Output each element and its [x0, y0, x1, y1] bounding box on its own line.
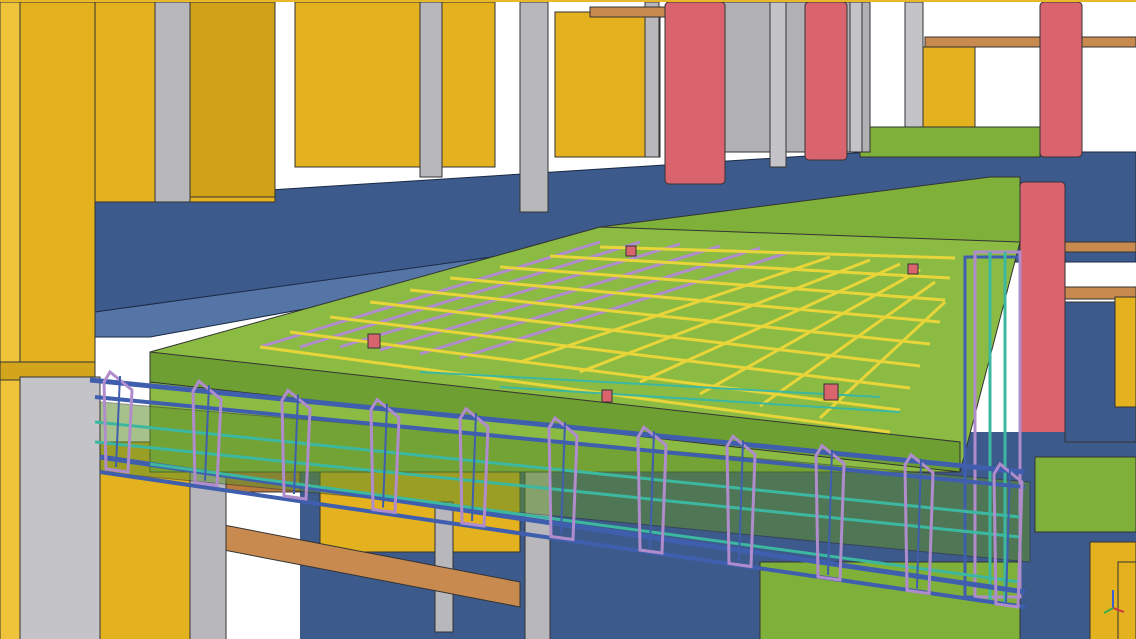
model-viewport[interactable] — [0, 0, 1136, 639]
grey-column-3 — [519, 2, 549, 213]
wall-yellow-1-shade — [184, 2, 276, 198]
rebar-chair — [823, 383, 839, 401]
red-column-1 — [664, 2, 726, 185]
grey-column-2 — [419, 2, 443, 178]
right-green-panel — [1034, 456, 1136, 533]
rebar-chair — [625, 245, 637, 257]
wall-yellow-2 — [294, 2, 496, 168]
axis-x — [1112, 607, 1125, 613]
wall-green-back — [859, 126, 1041, 158]
rebar-chair — [907, 263, 919, 275]
grey-column-6 — [849, 2, 863, 153]
axis-triad-icon — [1103, 590, 1125, 614]
timber-beam-back-3 — [1059, 241, 1136, 253]
wall-yellow-4 — [914, 46, 976, 128]
grey-column-7 — [904, 2, 924, 128]
grey-column-1 — [154, 2, 191, 203]
left-yellow-pillar-face — [0, 2, 21, 639]
left-grey-column — [19, 376, 101, 639]
rebar-chair — [601, 389, 613, 403]
wall-yellow-3 — [554, 11, 661, 158]
grey-column-4 — [644, 2, 660, 158]
red-column-3 — [1039, 2, 1083, 158]
right-yellow-wall — [1114, 296, 1136, 408]
grey-column-5 — [769, 2, 787, 168]
bim-rebar-scene[interactable] — [0, 2, 1136, 639]
red-column-2 — [804, 2, 848, 161]
timber-beam-back-2 — [924, 36, 1136, 48]
axis-y — [1103, 607, 1114, 614]
rebar-chair — [367, 333, 381, 349]
